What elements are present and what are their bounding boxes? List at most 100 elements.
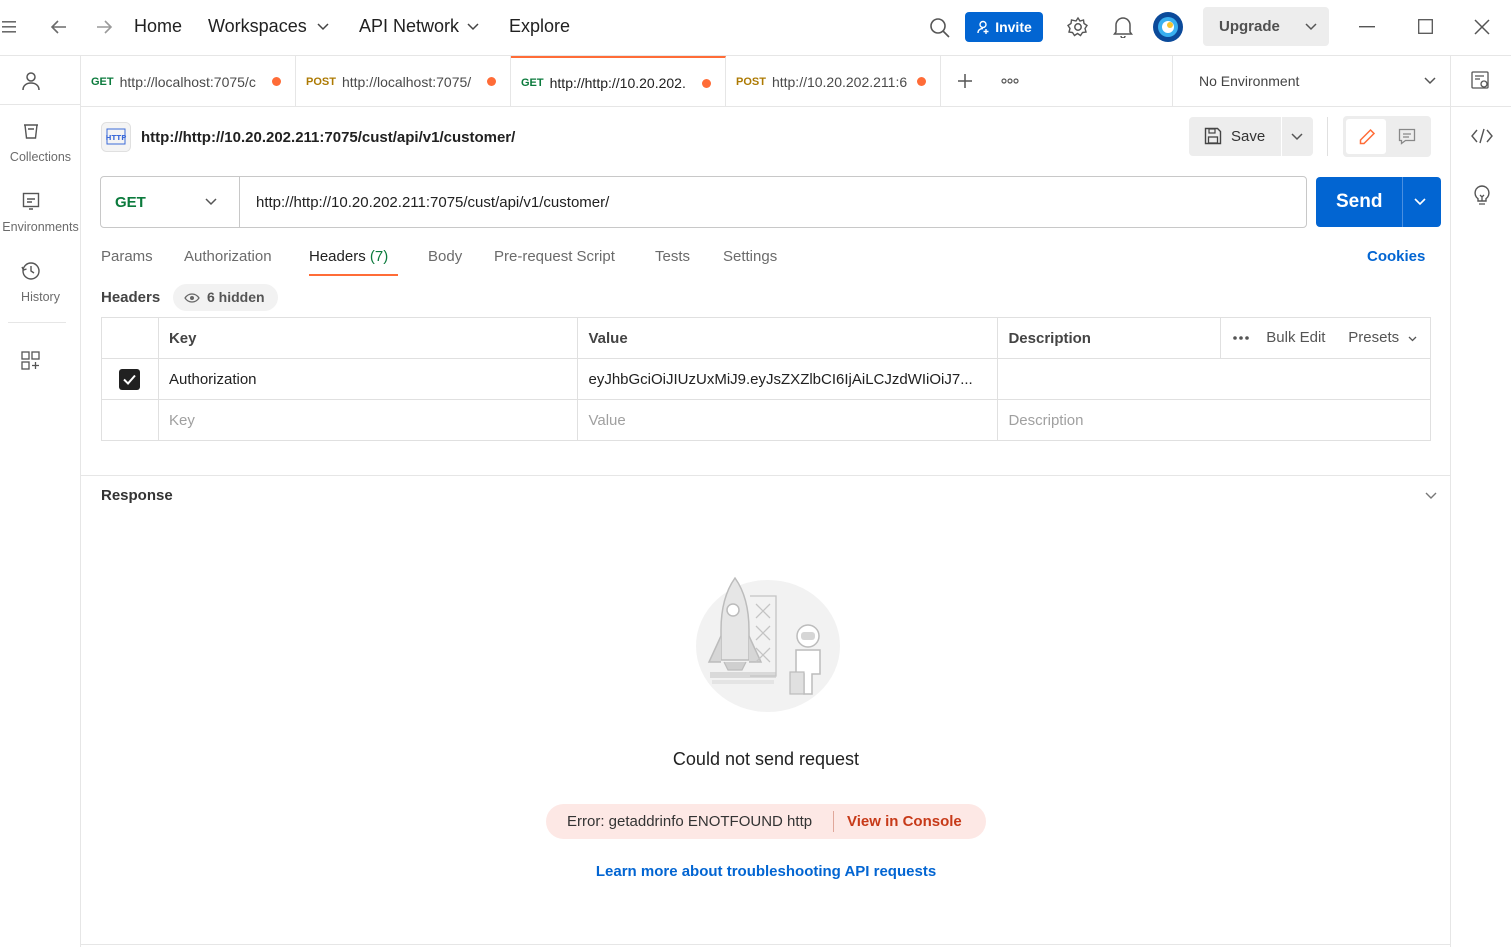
divider <box>1450 56 1451 107</box>
chevron-down-icon <box>1408 336 1417 342</box>
divider <box>0 104 81 105</box>
tab-authorization[interactable]: Authorization <box>184 248 272 265</box>
divider <box>8 322 66 323</box>
configure-workbench-icon[interactable] <box>21 351 41 371</box>
right-sidebar <box>1450 107 1511 947</box>
tab-headers-label: Headers <box>309 248 366 265</box>
more-tabs-icon[interactable] <box>1001 78 1019 84</box>
menu-icon[interactable] <box>2 20 18 34</box>
comment-icon[interactable] <box>1398 128 1416 145</box>
gear-icon[interactable] <box>1067 16 1089 38</box>
left-sidebar: Collections Environments History <box>0 56 81 947</box>
bell-icon[interactable] <box>1113 16 1133 38</box>
request-tab[interactable]: POST http://10.20.202.211:6 <box>726 56 941 107</box>
divider <box>1402 177 1403 227</box>
send-label: Send <box>1336 191 1383 212</box>
tab-label: http://localhost:7075/ <box>341 73 472 90</box>
history-icon[interactable] <box>21 261 41 281</box>
unsaved-dot-icon <box>702 79 711 88</box>
troubleshooting-link[interactable]: Learn more about troubleshooting API req… <box>546 863 986 880</box>
save-label: Save <box>1231 128 1266 145</box>
nav-api-network[interactable]: API Network <box>359 16 459 37</box>
save-options-button[interactable] <box>1282 117 1313 156</box>
tab-body[interactable]: Body <box>428 248 462 265</box>
table-row: Authorization eyJhbGciOiJIUzUxMiJ9.eyJsZ… <box>101 358 1431 400</box>
description-input[interactable]: Description <box>997 399 1431 441</box>
upgrade-button[interactable]: Upgrade <box>1203 7 1329 46</box>
unsaved-dot-icon <box>917 77 926 86</box>
presets-button[interactable]: Presets <box>1348 329 1399 346</box>
tab-pre-request-script[interactable]: Pre-request Script <box>494 248 615 265</box>
divider <box>833 811 834 832</box>
header-key-cell[interactable]: Authorization <box>157 358 579 400</box>
column-header-key: Key <box>157 317 579 359</box>
environment-selector[interactable]: No Environment <box>1173 56 1450 106</box>
lightbulb-icon[interactable] <box>1472 185 1492 207</box>
value-input[interactable]: Value <box>577 399 999 441</box>
headers-table: Key Value Description Bulk Edit Presets … <box>101 317 1431 441</box>
hidden-headers-toggle[interactable]: 6 hidden <box>173 284 278 311</box>
row-checkbox-cell <box>101 399 159 441</box>
maximize-icon[interactable] <box>1418 19 1433 34</box>
row-checkbox[interactable] <box>119 368 141 390</box>
nav-explore[interactable]: Explore <box>509 16 570 37</box>
back-arrow-icon[interactable] <box>50 18 68 36</box>
code-icon[interactable] <box>1471 128 1493 144</box>
edit-mode-button[interactable] <box>1346 119 1386 154</box>
request-title[interactable]: http://http://10.20.202.211:7075/cust/ap… <box>141 129 515 146</box>
sidebar-item-collections[interactable]: Collections <box>0 150 81 164</box>
tab-label: http://localhost:7075/c <box>119 73 256 90</box>
active-tab-underline <box>309 274 398 276</box>
divider <box>81 944 1450 945</box>
key-input[interactable]: Key <box>157 399 579 441</box>
avatar[interactable] <box>1152 11 1184 43</box>
send-button[interactable]: Send <box>1316 177 1441 227</box>
chevron-down-icon[interactable] <box>1414 198 1426 206</box>
request-tab-active[interactable]: GET http://http://10.20.202. <box>511 56 726 107</box>
invite-button[interactable]: Invite <box>965 12 1043 42</box>
sidebar-item-environments[interactable]: Environments <box>0 220 81 234</box>
checkbox-column-header <box>101 317 159 359</box>
chevron-down-icon[interactable] <box>1425 492 1437 500</box>
tab-settings[interactable]: Settings <box>723 248 777 265</box>
header-description-cell[interactable] <box>997 358 1431 400</box>
collections-icon[interactable] <box>22 122 40 140</box>
method-select[interactable]: GET <box>101 177 240 227</box>
nav-home[interactable]: Home <box>134 16 182 37</box>
more-options-icon[interactable] <box>1233 336 1250 340</box>
response-title: Response <box>101 487 173 504</box>
svg-text:HTTP: HTTP <box>106 134 127 142</box>
close-icon[interactable] <box>1474 19 1490 35</box>
environments-icon[interactable] <box>22 192 40 210</box>
request-tab[interactable]: POST http://localhost:7075/ <box>296 56 511 107</box>
chevron-down-icon <box>1424 77 1436 85</box>
tab-label: http://http://10.20.202. <box>549 74 686 91</box>
chevron-down-icon <box>205 198 217 206</box>
save-button[interactable]: Save <box>1189 117 1281 156</box>
sidebar-item-history[interactable]: History <box>0 290 81 304</box>
new-tab-plus-icon[interactable] <box>957 73 973 89</box>
view-in-console-link[interactable]: View in Console <box>847 813 962 830</box>
error-banner: Error: getaddrinfo ENOTFOUND http View i… <box>546 804 986 839</box>
method-value: GET <box>115 194 146 211</box>
url-input[interactable]: http://http://10.20.202.211:7075/cust/ap… <box>256 194 609 211</box>
nav-workspaces[interactable]: Workspaces <box>208 16 307 37</box>
minimize-icon[interactable] <box>1359 26 1375 28</box>
search-icon[interactable] <box>929 17 951 39</box>
forward-arrow-icon[interactable] <box>95 18 113 36</box>
chevron-down-icon[interactable] <box>1305 23 1317 31</box>
tab-params[interactable]: Params <box>101 248 153 265</box>
header-value-cell[interactable]: eyJhbGciOiJIUzUxMiJ9.eyJsZXZlbCI6IjAiLCJ… <box>577 358 999 400</box>
invite-label: Invite <box>995 19 1032 35</box>
tab-tests[interactable]: Tests <box>655 248 690 265</box>
url-bar: GET http://http://10.20.202.211:7075/cus… <box>100 176 1307 228</box>
upgrade-label: Upgrade <box>1219 18 1280 35</box>
user-icon[interactable] <box>21 71 41 91</box>
chevron-down-icon <box>467 23 479 31</box>
tab-headers[interactable]: Headers (7) <box>309 248 388 265</box>
request-tab[interactable]: GET http://localhost:7075/c <box>81 56 296 107</box>
cookies-link[interactable]: Cookies <box>1367 248 1425 265</box>
bulk-edit-button[interactable]: Bulk Edit <box>1266 329 1325 346</box>
environment-quick-look-icon[interactable] <box>1471 71 1491 91</box>
eye-icon <box>184 293 200 303</box>
